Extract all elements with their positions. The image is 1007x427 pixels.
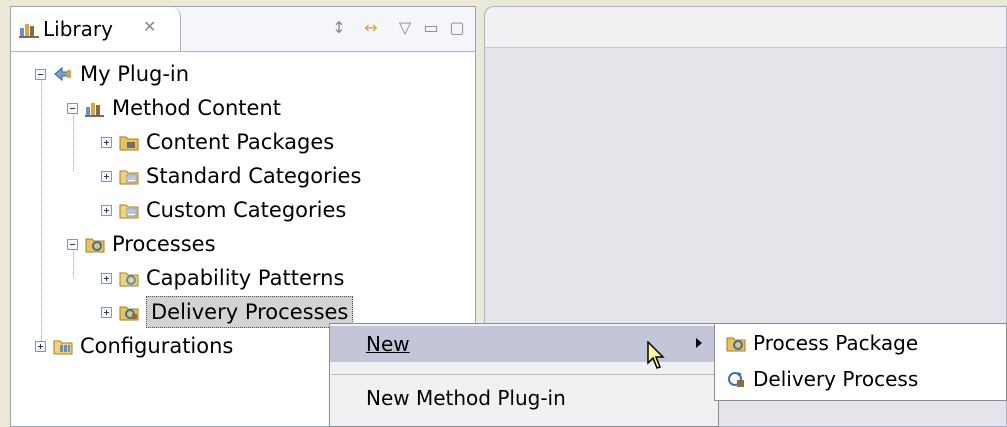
collapse-icon[interactable] [67,102,78,114]
context-menu: New New Method Plug-in [329,323,719,427]
configurations-icon [53,340,73,355]
tree-node-processes[interactable]: Processes [67,227,216,261]
tab-library[interactable]: Library ✕ [11,7,181,51]
submenu-arrow-icon [696,338,702,348]
tree-node-label: Configurations [80,334,234,358]
maximize-icon[interactable]: ▢ [447,17,467,39]
menu-item-delivery-process[interactable]: Delivery Process [715,362,1006,396]
tree-connector [41,77,42,347]
expand-icon[interactable] [101,272,112,284]
tree-node-label: Content Packages [146,130,335,154]
tree-node-delivery-processes[interactable]: Delivery Processes [101,295,354,329]
expand-icon[interactable] [101,204,112,216]
submenu-new: Process Package Delivery Process [714,323,1007,401]
content-package-icon [119,136,139,151]
editor-tab-bar [485,7,1006,48]
method-content-icon [85,103,104,117]
link-icon[interactable]: ↔ [361,17,381,39]
library-icon [19,24,39,38]
menu-item-new-method-plugin[interactable]: New Method Plug-in [330,380,718,416]
processes-icon [85,238,105,253]
category-folder-icon [119,170,139,185]
tree-node-capability-patterns[interactable]: Capability Patterns [101,261,344,295]
menu-item-label: Process Package [753,331,919,355]
expand-icon[interactable] [101,136,112,148]
collapse-icon[interactable] [35,68,46,80]
tree-node-configurations[interactable]: Configurations [35,329,233,363]
close-icon[interactable]: ✕ [143,17,156,36]
library-title: Library [43,17,113,41]
view-menu-icon[interactable]: ▽ [395,17,415,39]
category-folder-icon [119,204,139,219]
delivery-process-icon [728,372,744,387]
tree-node-content-packages[interactable]: Content Packages [101,125,334,159]
tree-node-custom-categories[interactable]: Custom Categories [101,193,346,227]
mouse-cursor-icon [647,341,665,369]
menu-item-label: New [366,332,410,356]
expand-icon[interactable] [101,306,112,318]
delivery-process-folder-icon [119,306,139,321]
menu-item-process-package[interactable]: Process Package [715,326,1006,360]
sort-icon[interactable]: ↕ [329,17,349,39]
process-package-icon [726,337,746,352]
collapse-icon[interactable] [67,238,78,250]
tree-node-standard-categories[interactable]: Standard Categories [101,159,361,193]
minimize-icon[interactable]: ▭ [421,17,441,39]
tree-node-label: My Plug-in [80,62,190,86]
plugin-icon [54,66,71,82]
tree-node-label: Processes [112,232,216,256]
tree-node-label: Method Content [112,96,281,120]
menu-item-label: Delivery Process [753,367,919,391]
menu-separator [332,374,716,375]
tree-node-label: Capability Patterns [146,266,345,290]
library-header: Library ✕ ↕ ↔ ▽ ▭ ▢ [11,7,475,52]
expand-icon[interactable] [101,170,112,182]
tree-node-label: Custom Categories [146,198,347,222]
expand-icon[interactable] [35,340,46,352]
tree-node-label: Standard Categories [146,164,362,188]
menu-item-label: New Method Plug-in [366,386,566,410]
capability-pattern-icon [119,272,139,287]
tree-node-label: Delivery Processes [146,296,354,328]
tree-node-my-plugin[interactable]: My Plug-in [35,57,189,91]
tree-node-method-content[interactable]: Method Content [67,91,281,125]
